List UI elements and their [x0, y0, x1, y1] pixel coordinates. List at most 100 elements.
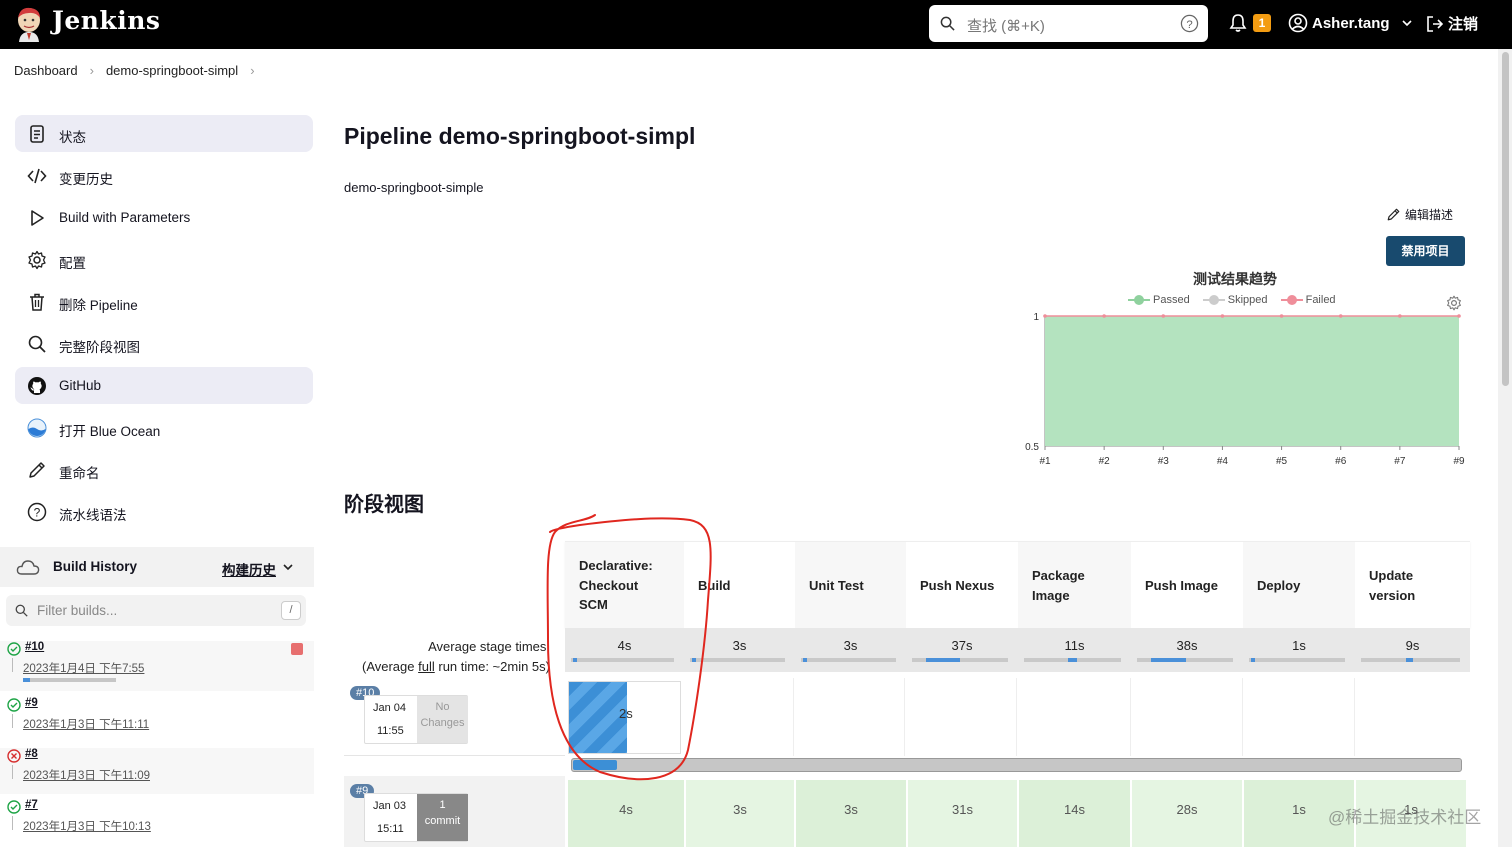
sidebar-item-blue-ocean[interactable]: 打开 Blue Ocean — [15, 409, 313, 446]
help-icon[interactable]: ? — [1180, 14, 1199, 33]
search-box[interactable]: 查找 (⌘+K) ? — [929, 5, 1208, 42]
stage-header: Update version — [1369, 568, 1416, 603]
search-icon — [28, 335, 46, 353]
build-number[interactable]: #10 — [25, 641, 44, 653]
jenkins-logo-icon[interactable] — [14, 6, 44, 42]
stage-cell-success[interactable]: 31s — [908, 780, 1017, 847]
build-number[interactable]: #7 — [25, 799, 38, 811]
avg-bar — [571, 658, 674, 662]
chevron-down-icon[interactable] — [282, 561, 294, 573]
logout-button[interactable]: 注销 — [1425, 13, 1478, 34]
stage-cell-success[interactable]: 3s — [686, 780, 794, 847]
build-row[interactable]: #8 2023年1月3日 下午11:09 — [0, 748, 314, 794]
build-history-header[interactable]: Build History 构建历史 — [0, 547, 314, 587]
run-card[interactable]: Jan 03 15:11 1 commit — [364, 793, 468, 842]
avg-bar — [1024, 658, 1121, 662]
run-changes: No Changes — [417, 696, 468, 743]
avg-bar-fill — [573, 658, 578, 662]
sidebar-item-build-with-parameters[interactable]: Build with Parameters — [15, 199, 313, 236]
stage-header: Declarative: Checkout SCM — [565, 542, 684, 629]
pencil-icon — [1387, 208, 1400, 221]
edit-description-link[interactable]: 编辑描述 — [1386, 206, 1453, 223]
stage-cell-success[interactable]: 14s — [1019, 780, 1130, 847]
changes-count: 1 — [439, 799, 446, 811]
success-icon — [7, 642, 21, 656]
sidebar-item-github[interactable]: GitHub — [15, 367, 313, 404]
avg-bar-fill — [691, 658, 696, 662]
sidebar-item-configure[interactable]: 配置 — [15, 241, 313, 278]
avg-cell: 11s — [1018, 628, 1131, 672]
job-description: demo-springboot-simple — [344, 180, 484, 195]
build-date[interactable]: 2023年1月3日 下午10:13 — [23, 818, 151, 834]
search-input[interactable]: 查找 (⌘+K) — [967, 15, 1045, 36]
stage-cell-success[interactable]: 28s — [1132, 780, 1242, 847]
search-icon — [15, 604, 28, 617]
stage-cell-success[interactable]: 3s — [796, 780, 906, 847]
disable-project-button[interactable]: 禁用项目 — [1386, 236, 1465, 266]
bell-icon[interactable] — [1228, 13, 1248, 33]
sidebar-item-label: 重命名 — [59, 466, 100, 481]
build-history-link[interactable]: 构建历史 — [222, 559, 276, 579]
cancel-build-icon[interactable] — [291, 643, 303, 655]
scrollbar-thumb[interactable] — [1502, 52, 1509, 386]
full-run-link[interactable]: full — [418, 659, 435, 674]
running-stage-time: 2s — [619, 706, 633, 721]
run-card[interactable]: Jan 04 11:55 No Changes — [364, 695, 468, 744]
sidebar-item-status[interactable]: 状态 — [15, 115, 313, 152]
trash-icon — [30, 293, 44, 311]
breadcrumb-job[interactable]: demo-springboot-simpl — [106, 63, 238, 78]
stage-cell — [1131, 678, 1243, 756]
filter-builds-input[interactable]: Filter builds... / — [6, 595, 306, 626]
avg-value: 3s — [732, 638, 747, 653]
blue-ocean-icon — [27, 418, 47, 438]
avg-bar-fill — [802, 658, 807, 662]
avg-run-suffix: run time: ~2min 5s) — [434, 659, 550, 674]
sidebar-item-changes[interactable]: 变更历史 — [15, 157, 313, 194]
avg-bar — [690, 658, 785, 662]
brand-name[interactable]: Jenkins — [52, 6, 160, 35]
build-number[interactable]: #8 — [25, 748, 38, 760]
build-date[interactable]: 2023年1月3日 下午11:11 — [23, 716, 149, 732]
sidebar-item-delete[interactable]: 删除 Pipeline — [15, 283, 313, 320]
sidebar-item-rename[interactable]: 重命名 — [15, 451, 313, 488]
user-menu[interactable]: Asher.tang — [1288, 13, 1414, 33]
build-row[interactable]: #7 2023年1月3日 下午10:13 — [0, 799, 314, 845]
avg-bar — [1137, 658, 1233, 662]
sidebar-item-full-stage-view[interactable]: 完整阶段视图 — [15, 325, 313, 362]
run-progress-bar — [571, 758, 1462, 772]
build-date[interactable]: 2023年1月3日 下午11:09 — [23, 767, 150, 783]
avg-value: 4s — [617, 638, 632, 653]
data-point — [1457, 314, 1461, 318]
data-point — [1338, 314, 1343, 318]
sidebar-item-pipeline-syntax[interactable]: ? 流水线语法 — [15, 493, 313, 530]
build-date[interactable]: 2023年1月4日 下午7:55 — [23, 660, 144, 676]
stage-cell — [794, 678, 905, 756]
sidebar-item-label: 变更历史 — [59, 172, 113, 187]
x-tick-label: #4 — [1217, 456, 1229, 467]
notification-badge[interactable]: 1 — [1253, 14, 1271, 32]
run-changes[interactable]: 1 commit — [417, 794, 468, 841]
avg-bar — [1361, 658, 1460, 662]
legend-marker — [1280, 295, 1303, 306]
run-info: #9 Jan 03 15:11 1 commit — [344, 776, 565, 847]
run-time: 11:55 — [377, 725, 404, 737]
sidebar-item-label: 完整阶段视图 — [59, 340, 140, 355]
chevron-right-icon[interactable]: › — [250, 63, 254, 78]
avg-bar-fill — [1405, 658, 1414, 662]
x-tick-label: #7 — [1394, 456, 1406, 467]
breadcrumb-dashboard[interactable]: Dashboard — [14, 63, 78, 78]
stage-cell-success[interactable]: 4s — [568, 780, 684, 847]
code-icon — [27, 168, 47, 184]
filter-placeholder: Filter builds... — [37, 603, 118, 618]
sidebar-item-label: 删除 Pipeline — [59, 298, 138, 313]
sidebar-item-label: 流水线语法 — [59, 508, 127, 523]
avg-run-prefix: (Average — [361, 659, 419, 674]
stage-header: Deploy — [1243, 542, 1355, 629]
running-stage-cell[interactable]: 2s — [568, 681, 681, 754]
run-date: Jan 03 — [373, 800, 407, 812]
x-tick-label: #5 — [1276, 456, 1288, 467]
avg-bar — [801, 658, 896, 662]
build-row[interactable]: #10 2023年1月4日 下午7:55 — [0, 641, 314, 691]
build-number[interactable]: #9 — [25, 697, 38, 709]
build-row[interactable]: #9 2023年1月3日 下午11:11 — [0, 697, 314, 743]
